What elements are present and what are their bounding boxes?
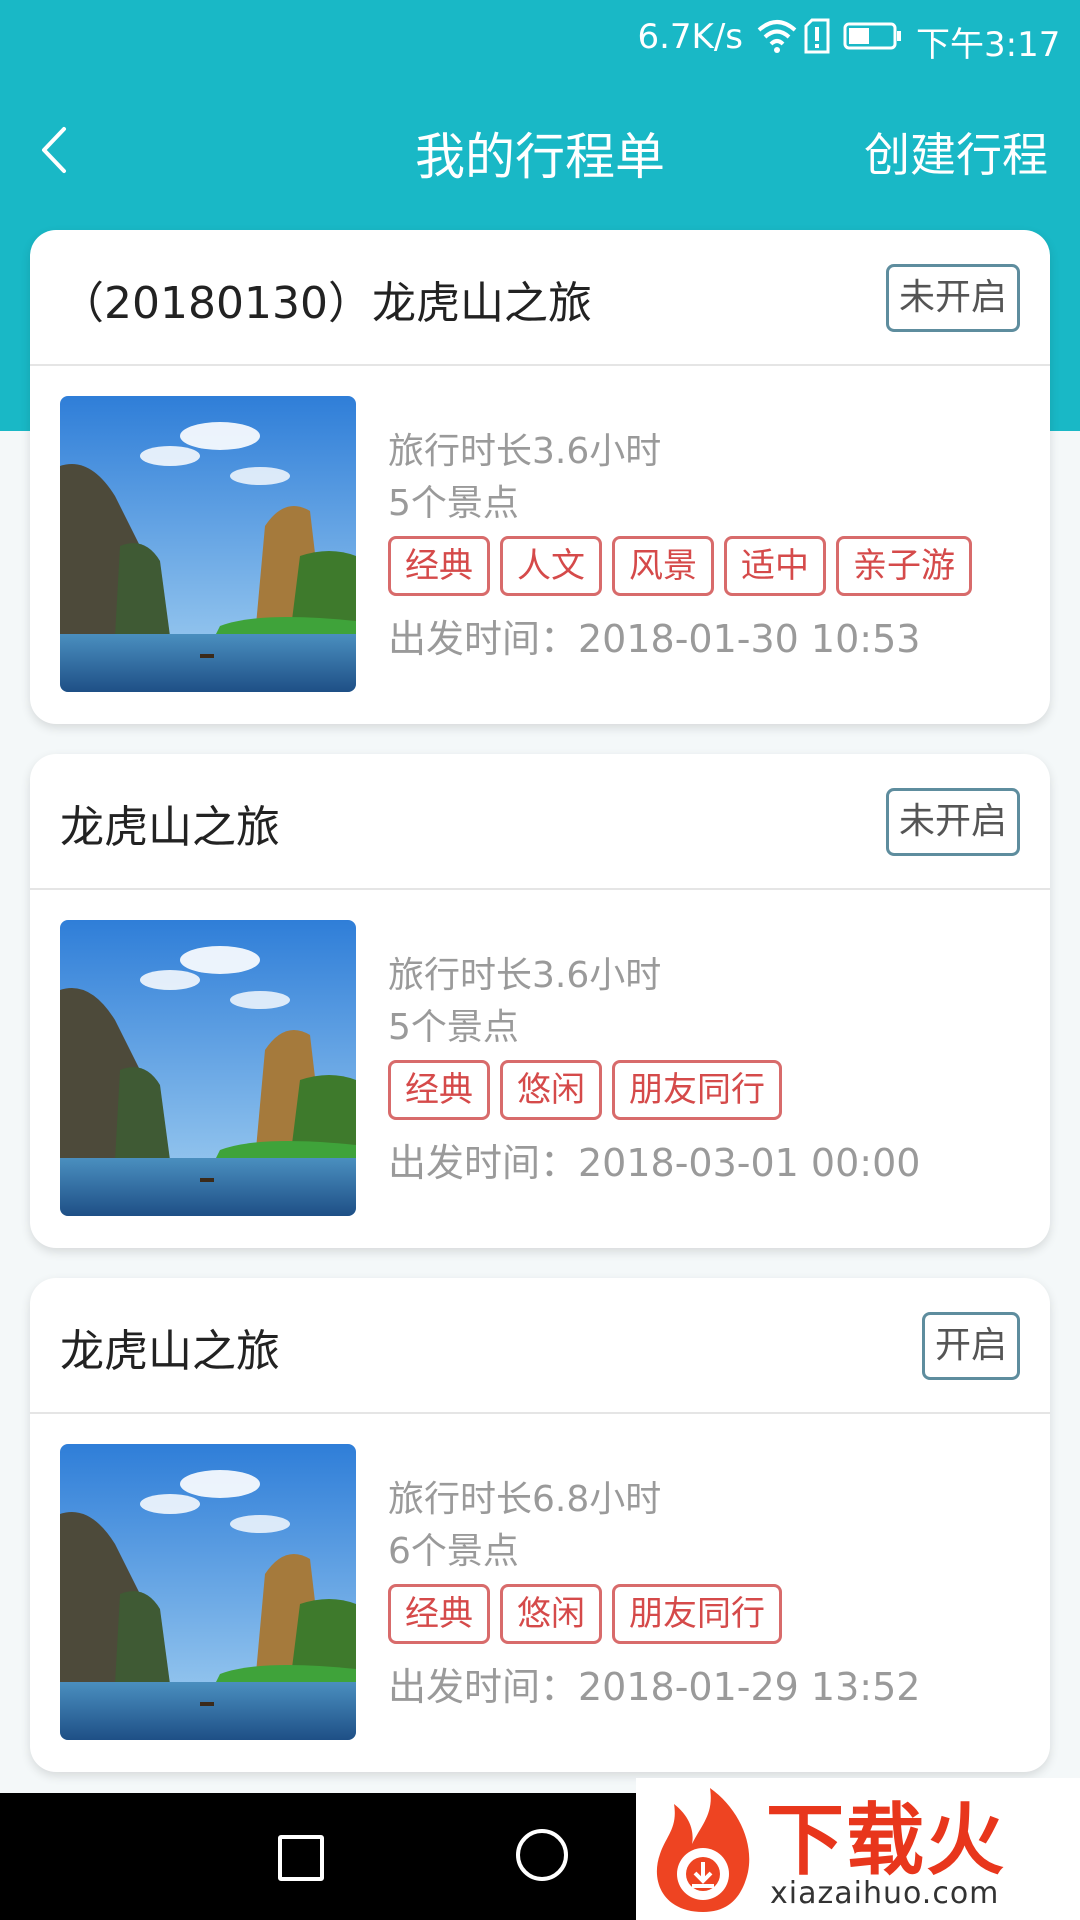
app-root: 6.7K/s 下午3:17 我的行程单 创建行程 （20180130）龙虎山之旅…	[0, 0, 1080, 1920]
status-bar: 6.7K/s 下午3:17	[0, 0, 1080, 75]
trip-tag: 朋友同行	[612, 1584, 782, 1644]
trip-card[interactable]: 龙虎山之旅 未开启 旅行时长3.6小时 5个景点 经典 悠闲 朋友同行 出发时间…	[30, 754, 1050, 1248]
trip-tag: 经典	[388, 1060, 490, 1120]
net-speed: 6.7K/s	[637, 17, 743, 57]
watermark: 下载火 xiazaihuo.com	[636, 1778, 1080, 1920]
sim-alert-icon	[804, 18, 830, 54]
trip-card-body: 旅行时长3.6小时 5个景点 经典 人文 风景 适中 亲子游 出发时间：2018…	[30, 366, 1050, 724]
trip-tags: 经典 悠闲 朋友同行	[388, 1584, 920, 1644]
trip-spot-count: 6个景点	[388, 1531, 519, 1572]
trip-photo	[60, 396, 356, 692]
clock: 下午3:17	[916, 25, 1061, 65]
trip-tag: 朋友同行	[612, 1060, 782, 1120]
trip-card-body: 旅行时长3.6小时 5个景点 经典 悠闲 朋友同行 出发时间：2018-03-0…	[30, 890, 1050, 1248]
trip-tag: 经典	[388, 536, 490, 596]
battery-icon	[843, 22, 901, 50]
trip-info: 旅行时长3.6小时 5个景点 经典 悠闲 朋友同行 出发时间：2018-03-0…	[388, 950, 920, 1187]
trip-tag: 经典	[388, 1584, 490, 1644]
trip-title: 龙虎山之旅	[60, 802, 280, 853]
trip-spot-count: 5个景点	[388, 483, 519, 524]
trip-card[interactable]: （20180130）龙虎山之旅 未开启 旅行时长3.6小时 5个景点 经典 人文…	[30, 230, 1050, 724]
navigation-bar: 我的行程单 创建行程	[0, 75, 1080, 225]
trip-tag: 亲子游	[836, 536, 972, 596]
create-trip-button[interactable]: 创建行程	[864, 119, 1048, 185]
recent-apps-button[interactable]	[278, 1835, 324, 1881]
wifi-icon	[757, 20, 797, 53]
trip-status-button[interactable]: 未开启	[885, 264, 1020, 332]
trip-card-header: 龙虎山之旅 开启	[30, 1278, 1050, 1414]
home-button[interactable]	[516, 1829, 568, 1881]
trip-tag: 人文	[500, 536, 602, 596]
watermark-url: xiazaihuo.com	[770, 1876, 1000, 1911]
trip-tag: 适中	[724, 536, 826, 596]
trip-duration: 旅行时长3.6小时	[388, 955, 662, 996]
trip-photo	[60, 920, 356, 1216]
flame-logo-icon	[656, 1788, 750, 1912]
trip-departure-time: 出发时间：2018-03-01 00:00	[388, 1141, 921, 1185]
trip-departure-time: 出发时间：2018-01-30 10:53	[388, 617, 921, 661]
trip-tags: 经典 悠闲 朋友同行	[388, 1060, 920, 1120]
trip-tag: 悠闲	[500, 1060, 602, 1120]
trip-title: 龙虎山之旅	[60, 1326, 280, 1377]
trip-card[interactable]: 龙虎山之旅 开启 旅行时长6.8小时 6个景点 经典 悠闲 朋友同行 出发时间：…	[30, 1278, 1050, 1772]
trip-title: （20180130）龙虎山之旅	[60, 278, 592, 329]
trip-info: 旅行时长6.8小时 6个景点 经典 悠闲 朋友同行 出发时间：2018-01-2…	[388, 1474, 920, 1711]
trip-duration: 旅行时长3.6小时	[388, 431, 662, 472]
trip-duration: 旅行时长6.8小时	[388, 1479, 662, 1520]
trip-tags: 经典 人文 风景 适中 亲子游	[388, 536, 972, 596]
trip-info: 旅行时长3.6小时 5个景点 经典 人文 风景 适中 亲子游 出发时间：2018…	[388, 426, 972, 663]
trip-card-header: （20180130）龙虎山之旅 未开启	[30, 230, 1050, 366]
trip-photo	[60, 1444, 356, 1740]
trip-tag: 悠闲	[500, 1584, 602, 1644]
trip-spot-count: 5个景点	[388, 1007, 519, 1048]
trip-status-button[interactable]: 开启	[921, 1312, 1020, 1380]
trip-status-button[interactable]: 未开启	[885, 788, 1020, 856]
trip-card-header: 龙虎山之旅 未开启	[30, 754, 1050, 890]
trip-list: （20180130）龙虎山之旅 未开启 旅行时长3.6小时 5个景点 经典 人文…	[30, 230, 1050, 1802]
trip-card-body: 旅行时长6.8小时 6个景点 经典 悠闲 朋友同行 出发时间：2018-01-2…	[30, 1414, 1050, 1772]
watermark-brand: 下载火	[766, 1796, 1007, 1886]
trip-departure-time: 出发时间：2018-01-29 13:52	[388, 1665, 921, 1709]
trip-tag: 风景	[612, 536, 714, 596]
